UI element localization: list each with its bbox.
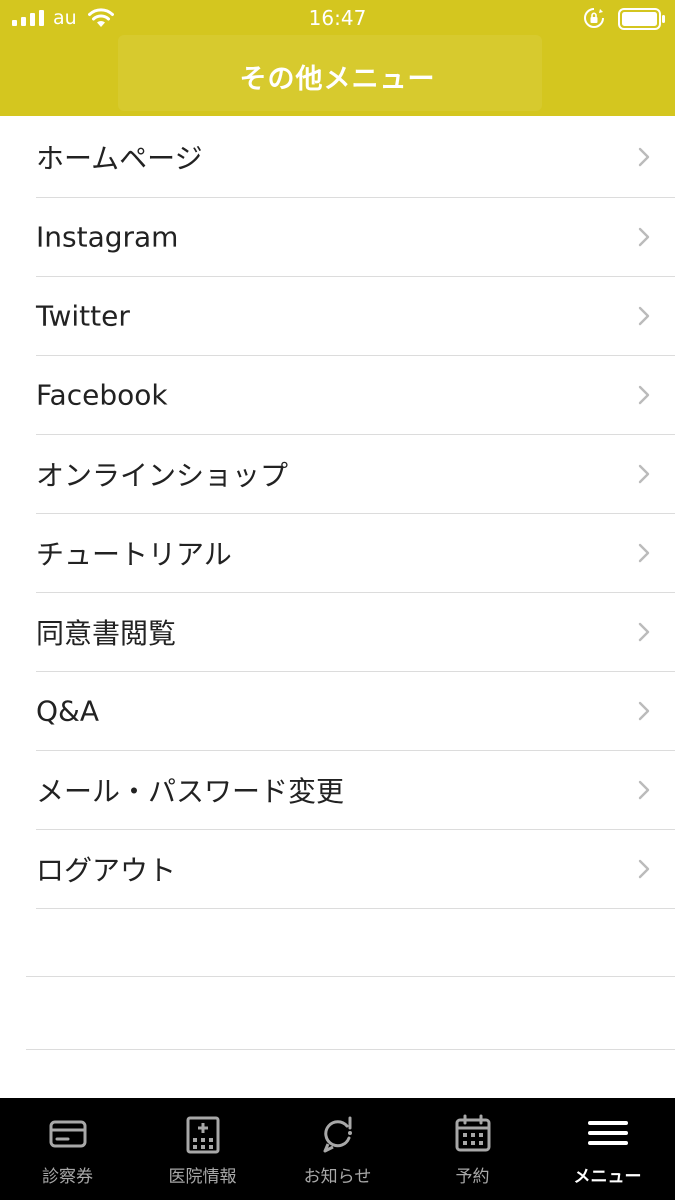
menu-item-facebook[interactable]: Facebook [36,356,675,435]
tab-card[interactable]: 診察券 [0,1098,135,1200]
menu-item-logout[interactable]: ログアウト [36,830,675,909]
chevron-right-icon [638,859,650,879]
empty-row-divider [26,976,675,977]
tab-label: 医院情報 [168,1167,237,1187]
menu-item-home-page[interactable]: ホームページ [36,116,675,198]
tab-reservation[interactable]: 予約 [405,1098,540,1200]
status-bar: au 16:47 [0,0,675,38]
calendar-icon [455,1114,490,1152]
tab-clinic-info[interactable]: 医院情報 [135,1098,270,1200]
notification-icon [323,1116,352,1153]
menu-item-label: Q&A [36,694,100,728]
chevron-right-icon [638,701,650,721]
empty-row-divider [26,1049,675,1050]
hamburger-menu-icon [587,1121,628,1145]
tab-label: お知らせ [303,1167,372,1187]
page-title: その他メニュー [239,64,436,95]
menu-item-label: Instagram [36,220,179,254]
menu-item-qa[interactable]: Q&A [36,672,675,751]
menu-item-label: 同意書閲覧 [36,617,177,650]
chevron-right-icon [638,622,650,642]
menu-item-email-password-change[interactable]: メール・パスワード変更 [36,751,675,830]
tab-label: 診察券 [42,1167,93,1187]
menu-item-label: Twitter [36,299,130,333]
chevron-right-icon [638,543,650,563]
chevron-right-icon [638,227,650,247]
battery-icon [618,8,665,30]
menu-item-consent-form[interactable]: 同意書閲覧 [36,593,675,672]
menu-item-label: ホームページ [36,141,203,175]
chevron-right-icon [638,464,650,484]
card-icon [49,1120,86,1148]
tab-menu[interactable]: メニュー [540,1098,675,1200]
menu-item-instagram[interactable]: Instagram [36,198,675,277]
menu-item-label: チュートリアル [36,538,232,571]
chevron-right-icon [638,780,650,800]
chevron-right-icon [638,385,650,405]
hospital-icon [186,1116,219,1154]
menu-item-twitter[interactable]: Twitter [36,277,675,356]
menu-item-label: ログアウト [36,854,177,887]
menu-item-tutorial[interactable]: チュートリアル [36,514,675,593]
tab-bar: 診察券 医院情報 お知らせ 予約 メニュー [0,1098,675,1200]
menu-item-label: メール・パスワード変更 [36,775,345,808]
status-time: 16:47 [308,6,367,30]
menu-item-label: Facebook [36,378,168,412]
menu-item-online-shop[interactable]: オンラインショップ [36,435,675,514]
tab-label: 予約 [455,1167,490,1187]
tab-label: メニュー [573,1167,642,1187]
rotation-lock-icon [584,8,604,28]
tab-notifications[interactable]: お知らせ [270,1098,405,1200]
menu-item-label: オンラインショップ [36,459,289,492]
header: au 16:47 その他メニュー [0,0,675,116]
chevron-right-icon [638,147,650,166]
menu-list: ホームページ Instagram Twitter Facebook オンラインシ… [0,116,675,909]
chevron-right-icon [638,306,650,326]
